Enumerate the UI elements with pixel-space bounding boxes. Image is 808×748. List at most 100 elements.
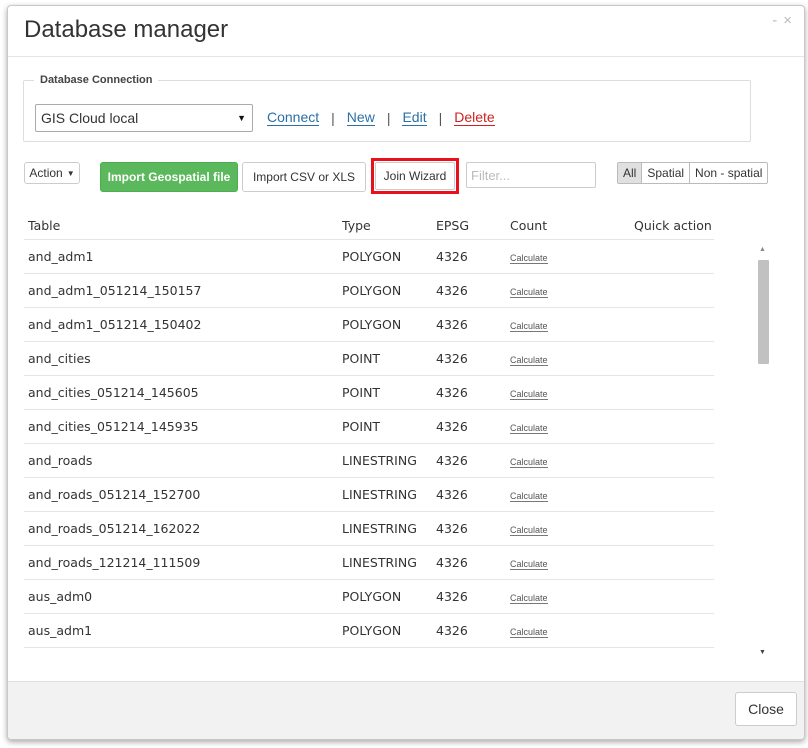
table-count-cell: Calculate [506, 443, 630, 478]
separator: | [386, 110, 391, 126]
calculate-link[interactable]: Calculate [510, 423, 548, 434]
connection-select[interactable]: GIS Cloud local ▼ [35, 104, 253, 132]
connect-link[interactable]: Connect [267, 110, 320, 126]
table-quick-action-cell [630, 443, 714, 478]
table-count-cell: Calculate [506, 511, 630, 546]
table-quick-action-cell [630, 477, 714, 512]
table-count-cell: Calculate [506, 613, 630, 648]
table-type-cell: LINESTRING [338, 511, 432, 546]
calculate-link[interactable]: Calculate [510, 491, 548, 502]
table-type-cell: POINT [338, 375, 432, 410]
connection-legend: Database Connection [40, 74, 153, 86]
table-scrollbar[interactable]: ▲ ▼ [757, 246, 770, 656]
table-row[interactable]: and_cities_051214_145605 POINT 4326 Calcula… [24, 375, 714, 410]
join-wizard-button[interactable]: Join Wizard [371, 158, 459, 194]
action-dropdown-button[interactable]: Action ▼ [24, 162, 80, 184]
table-type-cell: POLYGON [338, 239, 432, 274]
header-epsg: EPSG [432, 211, 506, 240]
table-quick-action-cell [630, 375, 714, 410]
filter-input[interactable] [466, 162, 596, 188]
calculate-link[interactable]: Calculate [510, 389, 548, 400]
table-name-cell: and_adm1_051214_150402 [24, 307, 338, 342]
calculate-link[interactable]: Calculate [510, 457, 548, 468]
calculate-link[interactable]: Calculate [510, 559, 548, 570]
table-row[interactable]: aus_adm1 POLYGON 4326 Calculate [24, 613, 714, 648]
close-button[interactable]: Close [735, 692, 797, 726]
action-label: Action [29, 166, 63, 180]
table-epsg-cell: 4326 [432, 579, 506, 614]
table-count-cell: Calculate [506, 477, 630, 512]
table-type-cell: POINT [338, 409, 432, 444]
filter-non-spatial[interactable]: Non - spatial [689, 163, 768, 183]
calculate-link[interactable]: Calculate [510, 287, 548, 298]
filter-spatial[interactable]: Spatial [641, 163, 690, 183]
table-row[interactable]: aus_adm0 POLYGON 4326 Calculate [24, 579, 714, 614]
chevron-down-icon: ▼ [237, 113, 246, 123]
table-row[interactable]: and_roads LINESTRING 4326 Calculate [24, 443, 714, 478]
calculate-link[interactable]: Calculate [510, 321, 548, 332]
table-header-row: Table Type EPSG Count Quick action [24, 211, 714, 240]
minimize-icon[interactable]: - [772, 12, 777, 29]
header-type: Type [338, 211, 432, 240]
connection-links: Connect | New | Edit | Delete [267, 110, 495, 126]
scrollbar-thumb[interactable] [758, 260, 769, 364]
table-row[interactable]: and_roads_051214_152700 LINESTRING 4326 Cal… [24, 477, 714, 512]
dialog-footer: Close [8, 681, 804, 739]
table-type-cell: LINESTRING [338, 443, 432, 478]
table-epsg-cell: 4326 [432, 443, 506, 478]
dialog-header: Database manager - × [8, 6, 804, 57]
table-type-cell: POLYGON [338, 273, 432, 308]
table-name-cell: and_roads_121214_111509 [24, 545, 338, 580]
table-quick-action-cell [630, 273, 714, 308]
scroll-down-icon[interactable]: ▼ [759, 649, 766, 656]
table-count-cell: Calculate [506, 307, 630, 342]
header-count: Count [506, 211, 630, 240]
import-geospatial-button[interactable]: Import Geospatial file [100, 162, 238, 192]
table-row[interactable]: and_adm1_051214_150157 POLYGON 4326 Calcula… [24, 273, 714, 308]
calculate-link[interactable]: Calculate [510, 253, 548, 264]
table-quick-action-cell [630, 579, 714, 614]
table-type-cell: LINESTRING [338, 477, 432, 512]
calculate-link[interactable]: Calculate [510, 355, 548, 366]
table-quick-action-cell [630, 545, 714, 580]
table-row[interactable]: and_cities_051214_145935 POINT 4326 Calcula… [24, 409, 714, 444]
table-count-cell: Calculate [506, 545, 630, 580]
table-count-cell: Calculate [506, 239, 630, 274]
table-epsg-cell: 4326 [432, 239, 506, 274]
header-table: Table [24, 211, 338, 240]
caret-down-icon: ▼ [66, 168, 75, 178]
table-count-cell: Calculate [506, 409, 630, 444]
table-count-cell: Calculate [506, 341, 630, 376]
table-quick-action-cell [630, 341, 714, 376]
table-row[interactable]: and_roads_051214_162022 LINESTRING 4326 Cal… [24, 511, 714, 546]
tables-list-area: Table Type EPSG Count Quick action and_a… [24, 211, 784, 657]
table-row[interactable]: and_cities POINT 4326 Calculate [24, 341, 714, 376]
table-type-cell: POLYGON [338, 307, 432, 342]
edit-link[interactable]: Edit [402, 110, 427, 126]
calculate-link[interactable]: Calculate [510, 593, 548, 604]
calculate-link[interactable]: Calculate [510, 627, 548, 638]
filter-all[interactable]: All [618, 163, 642, 183]
table-epsg-cell: 4326 [432, 375, 506, 410]
table-quick-action-cell [630, 613, 714, 648]
table-type-cell: POINT [338, 341, 432, 376]
close-icon[interactable]: × [783, 12, 792, 29]
table-epsg-cell: 4326 [432, 409, 506, 444]
connection-select-value: GIS Cloud local [41, 110, 139, 126]
separator: | [331, 110, 335, 126]
import-csv-button[interactable]: Import CSV or XLS [242, 162, 366, 192]
table-epsg-cell: 4326 [432, 545, 506, 580]
table-row[interactable]: and_adm1_051214_150402 POLYGON 4326 Calcula… [24, 307, 714, 342]
delete-link[interactable]: Delete [454, 110, 495, 126]
calculate-link[interactable]: Calculate [510, 525, 548, 536]
scroll-up-icon[interactable]: ▲ [759, 246, 766, 253]
new-link[interactable]: New [346, 110, 375, 126]
tables-table: Table Type EPSG Count Quick action and_a… [24, 211, 714, 648]
table-row[interactable]: and_roads_121214_111509 LINESTRING 4326 Cal… [24, 545, 714, 580]
table-quick-action-cell [630, 409, 714, 444]
table-type-cell: POLYGON [338, 579, 432, 614]
table-row[interactable]: and_adm1 POLYGON 4326 Calculate [24, 239, 714, 274]
table-name-cell: and_roads_051214_162022 [24, 511, 338, 546]
table-quick-action-cell [630, 511, 714, 546]
table-name-cell: aus_adm0 [24, 579, 338, 614]
